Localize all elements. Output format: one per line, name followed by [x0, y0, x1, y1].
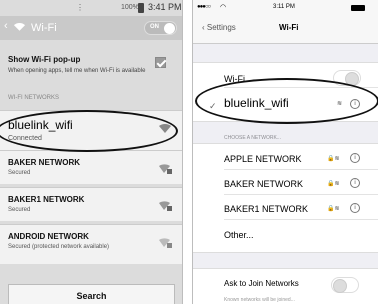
network-row-baker1[interactable]: BAKER1 NETWORK 🔒≋ i — [193, 197, 378, 220]
lock-wifi-icon: 🔒≋ — [327, 181, 340, 187]
page-title: Wi-Fi — [31, 22, 57, 34]
wifi-lock-icon — [159, 201, 172, 211]
network-status: Secured (protected network available) — [8, 244, 110, 250]
ios-wifi-screen: ●●●○○ ◠ 3:11 PM ‹ Settings Wi-Fi Wi-Fi ✓… — [192, 0, 378, 304]
info-icon[interactable]: i — [350, 178, 360, 188]
network-name: ANDROID NETWORK — [8, 232, 89, 241]
choose-network-label: CHOOSE A NETWORK... — [224, 135, 281, 141]
wifi-lock-icon — [159, 164, 172, 174]
highlight-oval — [0, 110, 178, 152]
network-row-apple[interactable]: APPLE NETWORK 🔒≋ i — [193, 147, 378, 170]
signal-dots-icon: ●●●○○ — [197, 4, 211, 10]
network-list-group: APPLE NETWORK 🔒≋ i BAKER NETWORK 🔒≋ i BA… — [193, 143, 378, 253]
ios-nav-bar: ‹ Settings Wi-Fi — [193, 16, 378, 44]
other-label: Other... — [224, 230, 254, 240]
status-time: 3:41 PM — [148, 2, 182, 12]
other-network-row[interactable]: Other... — [193, 223, 378, 246]
android-status-bar: ⋮ 100% 3:41 PM — [0, 0, 182, 16]
network-name: BAKER NETWORK — [224, 179, 304, 189]
wifi-icon — [13, 23, 26, 31]
cell-divider — [224, 194, 378, 195]
network-row-android[interactable]: ANDROID NETWORK Secured (protected netwo… — [0, 224, 182, 264]
toggle-label: ON — [150, 24, 159, 30]
popup-checkbox[interactable] — [155, 57, 166, 68]
cell-divider — [224, 169, 378, 170]
network-name: BAKER1 NETWORK — [224, 204, 309, 214]
back-label: Settings — [206, 23, 236, 32]
ask-to-join-hint: Known networks will be joined... — [224, 297, 295, 303]
lock-wifi-icon: 🔒≋ — [327, 156, 340, 162]
info-icon[interactable]: i — [350, 153, 360, 163]
highlight-oval — [195, 78, 378, 124]
info-icon[interactable]: i — [350, 203, 360, 213]
network-name: BAKER NETWORK — [8, 158, 80, 167]
ask-to-join-label: Ask to Join Networks — [224, 279, 299, 288]
signal-icon: ⋮ — [76, 3, 84, 12]
network-row-baker[interactable]: BAKER NETWORK Secured — [0, 150, 182, 184]
network-name: APPLE NETWORK — [224, 154, 302, 164]
wifi-toggle[interactable]: ON — [144, 21, 177, 35]
back-settings-button[interactable]: ‹ Settings — [202, 23, 236, 32]
network-name: BAKER1 NETWORK — [8, 195, 85, 204]
search-button[interactable]: Search — [8, 284, 175, 304]
status-time: 3:11 PM — [273, 4, 295, 10]
networks-section-label: WI-FI NETWORKS — [8, 95, 59, 101]
battery-percent: 100% — [121, 4, 139, 11]
ask-to-join-switch[interactable] — [331, 277, 359, 293]
popup-title: Show Wi-Fi pop-up — [8, 55, 81, 64]
network-status: Secured — [8, 170, 31, 176]
back-button[interactable]: ‹ — [4, 20, 8, 32]
lock-wifi-icon: 🔒≋ — [327, 206, 340, 212]
switch-knob — [333, 279, 347, 293]
android-wifi-screen: ⋮ 100% 3:41 PM ‹ Wi-Fi ON Show Wi-Fi pop… — [0, 0, 183, 304]
wifi-lock-icon — [159, 238, 172, 248]
ask-to-join-cell: Ask to Join Networks Known networks will… — [193, 268, 378, 304]
android-action-bar: ‹ Wi-Fi ON — [0, 16, 182, 40]
comparison-screenshot: ⋮ 100% 3:41 PM ‹ Wi-Fi ON Show Wi-Fi pop… — [0, 0, 378, 304]
popup-description: When opening apps, tell me when Wi-Fi is… — [8, 68, 146, 74]
wifi-status-icon: ◠ — [220, 4, 227, 11]
network-status: Secured — [8, 207, 31, 213]
network-row-baker1[interactable]: BAKER1 NETWORK Secured — [0, 187, 182, 221]
battery-icon — [138, 3, 144, 13]
battery-icon — [351, 5, 365, 11]
ios-status-bar: ●●●○○ ◠ 3:11 PM — [193, 0, 378, 16]
network-row-baker[interactable]: BAKER NETWORK 🔒≋ i — [193, 172, 378, 195]
toggle-knob — [164, 23, 175, 34]
cell-divider — [224, 219, 378, 220]
page-title: Wi-Fi — [279, 23, 299, 32]
